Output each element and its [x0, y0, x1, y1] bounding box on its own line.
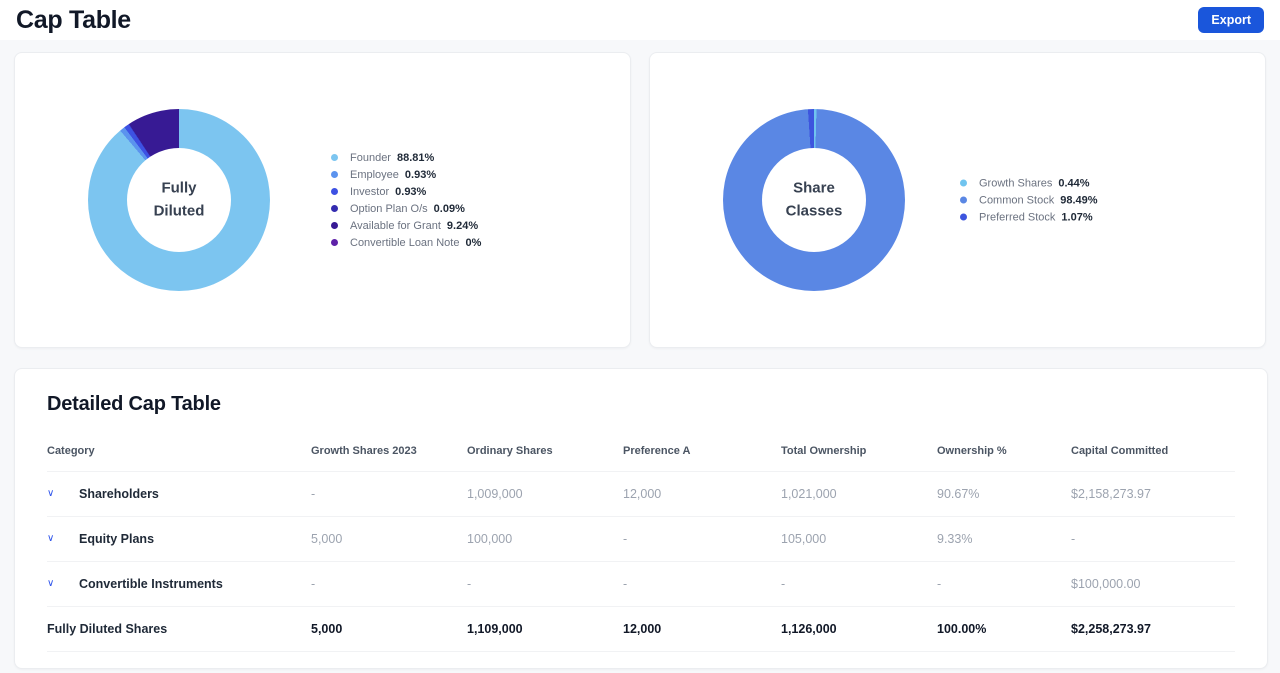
- table-footer-row: Fully Diluted Shares 5,000 1,109,000 12,…: [47, 607, 1235, 652]
- cell-value: -: [781, 577, 937, 591]
- legend-dot-icon: [331, 154, 338, 161]
- legend-value: 1.07%: [1061, 211, 1092, 223]
- footer-value: 5,000: [311, 622, 467, 636]
- fully-diluted-card: FullyDiluted Founder 88.81% Employee 0.9…: [14, 52, 631, 348]
- legend-dot-icon: [331, 171, 338, 178]
- column-header-total-ownership: Total Ownership: [781, 445, 937, 469]
- cell-value: -: [937, 577, 1071, 591]
- legend-dot-icon: [331, 239, 338, 246]
- chevron-down-icon[interactable]: ∨: [47, 489, 59, 499]
- legend-value: 0.93%: [395, 186, 426, 198]
- legend-item: Available for Grant 9.24%: [331, 220, 481, 231]
- legend-dot-icon: [331, 205, 338, 212]
- legend-label: Common Stock: [979, 194, 1054, 206]
- share-classes-donut-chart: ShareClasses: [723, 109, 905, 291]
- cell-value: 12,000: [623, 487, 781, 501]
- table-row: ∨ Equity Plans 5,000 100,000 - 105,000 9…: [47, 517, 1235, 562]
- footer-value: 100.00%: [937, 622, 1071, 636]
- share-classes-donut-label: ShareClasses: [764, 178, 864, 223]
- cell-value: 90.67%: [937, 487, 1071, 501]
- legend-value: 0.93%: [405, 169, 436, 181]
- legend-label: Option Plan O/s: [350, 203, 428, 215]
- legend-value: 0.09%: [434, 203, 465, 215]
- legend-value: 0%: [465, 237, 481, 249]
- cell-value: 1,021,000: [781, 487, 937, 501]
- legend-label: Growth Shares: [979, 177, 1052, 189]
- column-header-capital-committed: Capital Committed: [1071, 445, 1235, 469]
- cell-value: -: [623, 532, 781, 546]
- cell-value: $2,158,273.97: [1071, 487, 1235, 501]
- share-classes-legend: Growth Shares 0.44% Common Stock 98.49% …: [960, 178, 1098, 223]
- footer-value: $2,258,273.97: [1071, 622, 1235, 636]
- cell-value: 105,000: [781, 532, 937, 546]
- row-category-equity-plans: Equity Plans: [79, 532, 154, 546]
- legend-label: Employee: [350, 169, 399, 181]
- chevron-down-icon[interactable]: ∨: [47, 579, 59, 589]
- cell-value: -: [623, 577, 781, 591]
- legend-dot-icon: [331, 222, 338, 229]
- column-header-preference-a: Preference A: [623, 445, 781, 469]
- column-header-growth-shares-2023: Growth Shares 2023: [311, 445, 467, 469]
- legend-item: Convertible Loan Note 0%: [331, 237, 481, 248]
- legend-dot-icon: [331, 188, 338, 195]
- share-classes-card: ShareClasses Growth Shares 0.44% Common …: [649, 52, 1266, 348]
- column-header-category: Category: [47, 445, 311, 469]
- row-category-convertible-instruments: Convertible Instruments: [79, 577, 223, 591]
- footer-category-fully-diluted-shares: Fully Diluted Shares: [47, 622, 167, 636]
- top-header: Cap Table Export: [0, 0, 1280, 40]
- table-row: ∨ Shareholders - 1,009,000 12,000 1,021,…: [47, 472, 1235, 517]
- legend-item: Employee 0.93%: [331, 169, 481, 180]
- cell-value: $100,000.00: [1071, 577, 1235, 591]
- fully-diluted-donut-label: FullyDiluted: [129, 178, 229, 223]
- table-header-row: Category Growth Shares 2023 Ordinary Sha…: [47, 442, 1235, 472]
- cell-value: 5,000: [311, 532, 467, 546]
- legend-item: Investor 0.93%: [331, 186, 481, 197]
- chevron-down-icon[interactable]: ∨: [47, 534, 59, 544]
- legend-value: 0.44%: [1058, 177, 1089, 189]
- legend-item: Founder 88.81%: [331, 152, 481, 163]
- legend-dot-icon: [960, 180, 967, 187]
- footer-value: 1,126,000: [781, 622, 937, 636]
- fully-diluted-donut-chart: FullyDiluted: [88, 109, 270, 291]
- legend-value: 88.81%: [397, 152, 434, 164]
- legend-label: Preferred Stock: [979, 211, 1055, 223]
- detailed-cap-table-card: Detailed Cap Table Category Growth Share…: [14, 368, 1268, 669]
- export-button[interactable]: Export: [1198, 7, 1264, 33]
- page-title: Cap Table: [16, 6, 131, 35]
- legend-label: Founder: [350, 152, 391, 164]
- legend-label: Investor: [350, 186, 389, 198]
- footer-value: 12,000: [623, 622, 781, 636]
- fully-diluted-legend: Founder 88.81% Employee 0.93% Investor 0…: [331, 152, 481, 248]
- cell-value: -: [467, 577, 623, 591]
- legend-label: Available for Grant: [350, 220, 441, 232]
- legend-item: Growth Shares 0.44%: [960, 178, 1098, 189]
- legend-value: 9.24%: [447, 220, 478, 232]
- table-row: ∨ Convertible Instruments - - - - - $100…: [47, 562, 1235, 607]
- cell-value: 100,000: [467, 532, 623, 546]
- legend-dot-icon: [960, 214, 967, 221]
- legend-value: 98.49%: [1060, 194, 1097, 206]
- column-header-ownership-pct: Ownership %: [937, 445, 1071, 469]
- main-content: FullyDiluted Founder 88.81% Employee 0.9…: [0, 40, 1280, 669]
- column-header-ordinary-shares: Ordinary Shares: [467, 445, 623, 469]
- cell-value: 9.33%: [937, 532, 1071, 546]
- legend-item: Preferred Stock 1.07%: [960, 212, 1098, 223]
- legend-label: Convertible Loan Note: [350, 237, 459, 249]
- charts-row: FullyDiluted Founder 88.81% Employee 0.9…: [14, 52, 1266, 348]
- cell-value: -: [1071, 532, 1235, 546]
- legend-dot-icon: [960, 197, 967, 204]
- row-category-shareholders: Shareholders: [79, 487, 159, 501]
- cell-value: -: [311, 577, 467, 591]
- detailed-cap-table-title: Detailed Cap Table: [47, 393, 1235, 416]
- cell-value: 1,009,000: [467, 487, 623, 501]
- legend-item: Common Stock 98.49%: [960, 195, 1098, 206]
- legend-item: Option Plan O/s 0.09%: [331, 203, 481, 214]
- footer-value: 1,109,000: [467, 622, 623, 636]
- cell-value: -: [311, 487, 467, 501]
